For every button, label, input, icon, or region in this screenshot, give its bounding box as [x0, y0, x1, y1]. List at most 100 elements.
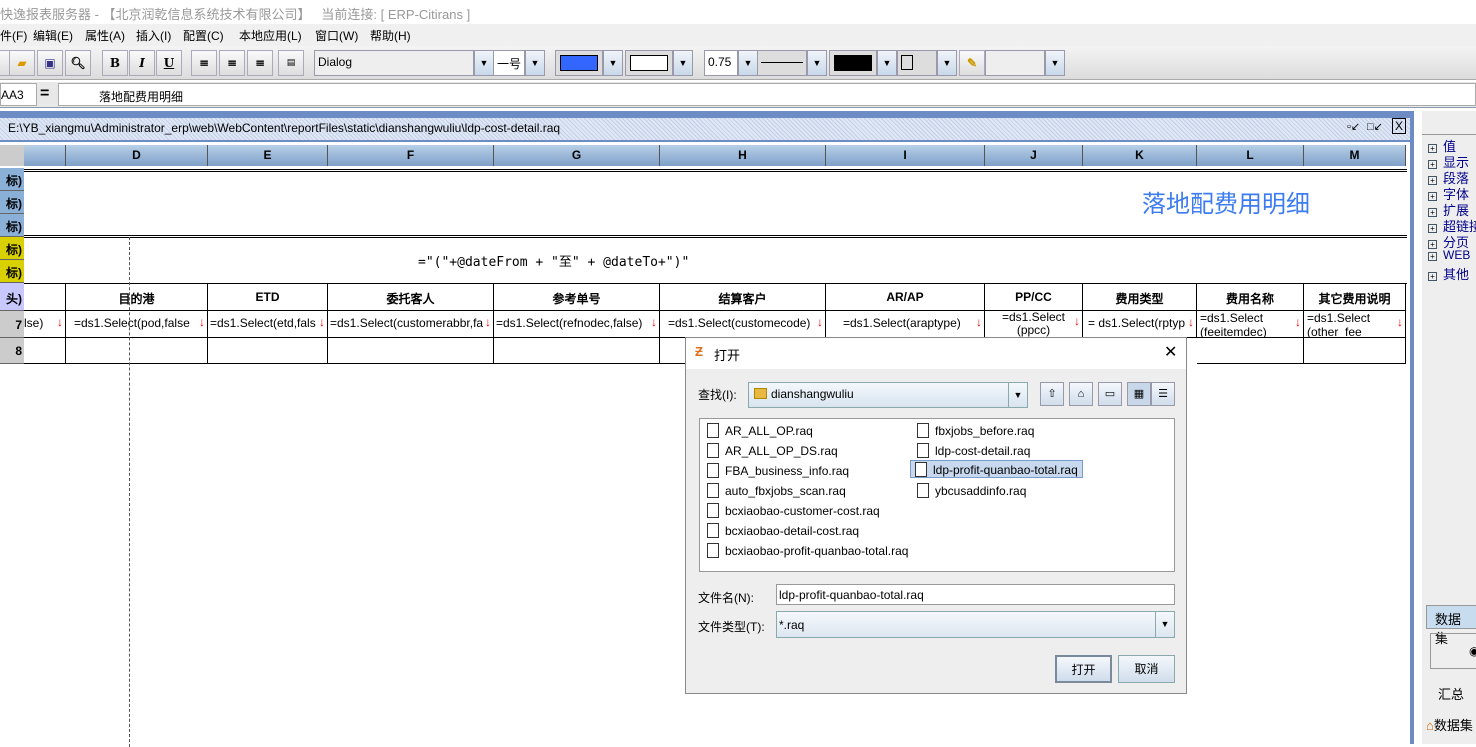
file-item-selected[interactable]: ldp-profit-quanbao-total.raq — [910, 460, 1083, 478]
data-cell[interactable]: =ds1.Select(pod,false ↓ — [66, 311, 208, 338]
print-preview-icon[interactable]: 🔍︎ — [65, 50, 91, 76]
chevron-down-icon[interactable]: ▼ — [1155, 612, 1174, 637]
back-color-picker[interactable] — [625, 50, 673, 76]
font-select[interactable]: Dialog — [314, 50, 474, 76]
menu-help[interactable]: 帮助(H) — [370, 27, 411, 44]
file-item[interactable]: auto_fbxjobs_scan.raq — [703, 482, 850, 500]
zoom-dropdown[interactable]: ▼ — [1045, 50, 1065, 76]
data-cell[interactable] — [1197, 338, 1304, 364]
save-icon[interactable]: ▣ — [37, 50, 63, 76]
back-color-dropdown[interactable]: ▼ — [673, 50, 693, 76]
row-header[interactable]: 标) — [0, 260, 24, 283]
column-header[interactable]: H — [660, 145, 826, 166]
data-cell[interactable] — [208, 338, 328, 364]
restore-icon[interactable]: ▫↙ — [1347, 120, 1360, 133]
column-header[interactable]: I — [826, 145, 985, 166]
align-left-icon[interactable]: ≡ — [191, 50, 217, 76]
tree-item[interactable]: 其他 — [1443, 267, 1469, 282]
underline-button[interactable]: U — [156, 50, 182, 76]
data-cell[interactable]: =ds1.Select(customecode) ↓ — [660, 311, 826, 338]
menu-edit[interactable]: 编辑(E) — [33, 27, 73, 44]
maximize-icon[interactable]: □↙ — [1367, 120, 1383, 133]
fore-color-picker[interactable] — [555, 50, 603, 76]
column-header[interactable]: D — [66, 145, 208, 166]
file-item[interactable]: AR_ALL_OP_DS.raq — [703, 442, 842, 460]
open-button[interactable]: 打开 — [1055, 655, 1112, 683]
font-dropdown[interactable]: ▼ — [474, 50, 494, 76]
header-cell[interactable]: 费用名称 — [1197, 283, 1304, 311]
line-style-select[interactable] — [757, 50, 807, 76]
header-cell[interactable]: ETD — [208, 283, 328, 311]
header-cell[interactable]: 费用类型 — [1083, 283, 1197, 311]
menu-file[interactable]: 件(F) — [0, 27, 27, 44]
report-title[interactable]: 落地配费用明细 — [1142, 184, 1310, 219]
cancel-button[interactable]: 取消 — [1118, 655, 1175, 683]
column-header[interactable]: L — [1197, 145, 1304, 166]
italic-button[interactable]: I — [129, 50, 155, 76]
data-cell[interactable]: =ds1.Select (other_fee_ ↓ — [1304, 311, 1406, 338]
menu-window[interactable]: 窗口(W) — [315, 27, 358, 44]
row-header[interactable]: 标) — [0, 214, 24, 237]
file-list[interactable]: AR_ALL_OP.raq AR_ALL_OP_DS.raq FBA_busin… — [699, 418, 1175, 572]
border-color-picker[interactable] — [829, 50, 877, 76]
file-item[interactable]: fbxjobs_before.raq — [913, 422, 1038, 440]
data-cell[interactable]: =ds1.Select(etd,fals ↓ — [208, 311, 328, 338]
tree-item[interactable]: WEB — [1443, 248, 1470, 262]
file-item[interactable]: ybcusaddinfo.raq — [913, 482, 1030, 500]
data-cell[interactable] — [1304, 338, 1406, 364]
filetype-select[interactable]: *.raq ▼ — [776, 611, 1175, 638]
fore-color-dropdown[interactable]: ▼ — [603, 50, 623, 76]
column-header[interactable]: G — [494, 145, 660, 166]
data-cell[interactable]: =ds1.Select(araptype) ↓ — [826, 311, 985, 338]
row-header[interactable]: 标) — [0, 191, 24, 214]
menu-attributes[interactable]: 属性(A) — [85, 27, 125, 44]
dataset-node[interactable]: ⌂数据集 — [1426, 715, 1473, 734]
file-item[interactable]: bcxiaobao-customer-cost.raq — [703, 502, 884, 520]
data-cell[interactable]: = ds1.Select(rptyp ↓ — [1083, 311, 1197, 338]
header-cell[interactable]: 结算客户 — [660, 283, 826, 311]
formula-input[interactable]: 落地配费用明细 — [58, 83, 1476, 106]
header-cell[interactable]: 目的港 — [66, 283, 208, 311]
new-folder-button[interactable]: ▭ — [1098, 382, 1122, 406]
data-cell[interactable]: =ds1.Select (ppcc) ↓ — [985, 311, 1083, 338]
data-cell[interactable]: =ds1.Select (feeitemdec) ↓ — [1197, 311, 1304, 338]
data-cell[interactable] — [66, 338, 208, 364]
data-cell[interactable]: lse) ↓ — [24, 311, 66, 338]
font-size-dropdown[interactable]: ▼ — [525, 50, 545, 76]
menu-local-apps[interactable]: 本地应用(L) — [239, 27, 302, 44]
border-style-dropdown[interactable]: ▼ — [937, 50, 957, 76]
date-formula-cell[interactable]: ="("+@dateFrom + "至" + @dateTo+")" — [418, 251, 689, 270]
look-in-select[interactable]: dianshangwuliu ▼ — [748, 382, 1028, 408]
expand-icon[interactable]: + — [1428, 252, 1437, 261]
cell-reference[interactable]: AA3 — [0, 83, 37, 106]
row-header[interactable]: 标) — [0, 168, 24, 191]
format-brush-icon[interactable]: ✎ — [959, 50, 985, 76]
merge-cells-icon[interactable]: ▤ — [278, 50, 304, 76]
row-header[interactable]: 头) — [0, 283, 24, 311]
data-cell[interactable]: =ds1.Select(customerabbr,fa ↓ — [328, 311, 494, 338]
align-center-icon[interactable]: ≡ — [219, 50, 245, 76]
column-header[interactable]: J — [985, 145, 1083, 166]
column-header[interactable]: K — [1083, 145, 1197, 166]
filename-input[interactable]: ldp-profit-quanbao-total.raq — [776, 584, 1175, 605]
line-style-dropdown[interactable]: ▼ — [807, 50, 827, 76]
border-color-dropdown[interactable]: ▼ — [877, 50, 897, 76]
line-width-dropdown[interactable]: ▼ — [738, 50, 758, 76]
font-size-select[interactable]: 一号 — [493, 50, 525, 76]
align-right-icon[interactable]: ≡ — [247, 50, 273, 76]
column-header[interactable]: F — [328, 145, 494, 166]
data-cell[interactable] — [494, 338, 660, 364]
radio-button[interactable]: ◉ — [1430, 633, 1476, 669]
details-view-button[interactable]: ☰ — [1151, 382, 1175, 406]
data-cell[interactable] — [24, 338, 66, 364]
column-header[interactable]: M — [1304, 145, 1406, 166]
up-folder-button[interactable]: ⇧ — [1040, 382, 1064, 406]
row-header[interactable]: 8 — [0, 338, 24, 364]
data-cell[interactable] — [328, 338, 494, 364]
file-item[interactable]: bcxiaobao-profit-quanbao-total.raq — [703, 542, 912, 560]
home-button[interactable]: ⌂ — [1069, 382, 1093, 406]
row-header[interactable]: 7 — [0, 311, 24, 338]
file-item[interactable]: FBA_business_info.raq — [703, 462, 853, 480]
expand-icon[interactable]: + — [1428, 272, 1437, 281]
corner-cell[interactable] — [0, 145, 24, 166]
